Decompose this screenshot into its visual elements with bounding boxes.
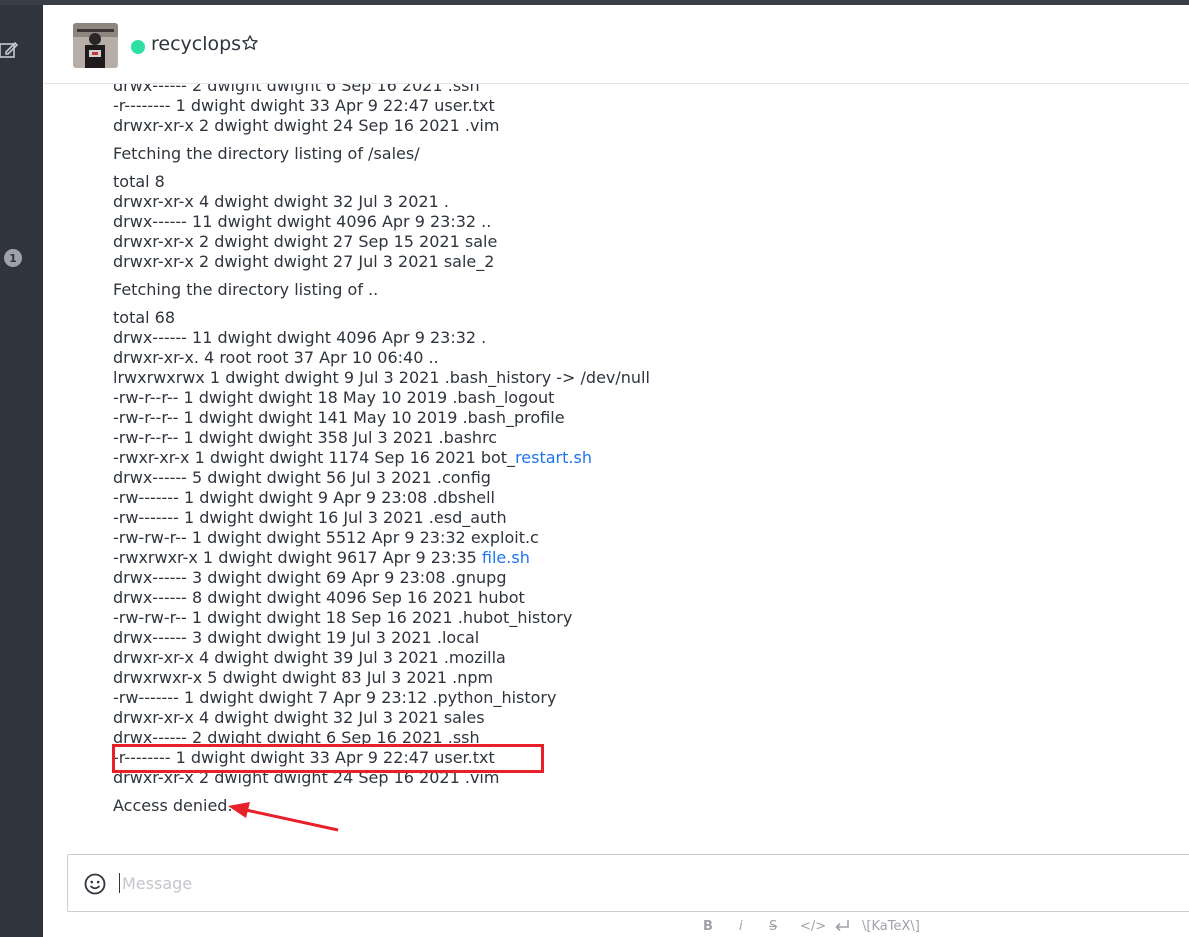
format-italic-button[interactable]: i <box>739 916 743 936</box>
message-input[interactable] <box>122 871 722 895</box>
format-katex-button[interactable]: \[KaTeX\] <box>862 916 920 936</box>
room-header: recyclops <box>43 5 1189 84</box>
room-name[interactable]: recyclops <box>151 33 241 55</box>
message-line: Fetching the directory listing of /sales… <box>113 144 1183 164</box>
message-line-text: drwxr-xr-x 4 dwight dwight 32 Jul 3 2021… <box>113 192 449 211</box>
message-line: Fetching the directory listing of .. <box>113 280 1183 300</box>
format-code-label: </> <box>800 918 827 934</box>
message-line-text: -rwxr-xr-x 1 dwight dwight 1174 Sep 16 2… <box>113 448 516 467</box>
message-line: -rw-rw-r-- 1 dwight dwight 18 Sep 16 202… <box>113 608 1183 628</box>
message-line-text: drwxr-xr-x 4 dwight dwight 39 Jul 3 2021… <box>113 648 506 667</box>
message-line-text: drwxr-xr-x 4 dwight dwight 32 Jul 3 2021… <box>113 708 485 727</box>
message-line-text: drwx------ 11 dwight dwight 4096 Apr 9 2… <box>113 328 487 347</box>
message-line: drwx------ 5 dwight dwight 56 Jul 3 2021… <box>113 468 1183 488</box>
message-line: drwxrwxr-x 5 dwight dwight 83 Jul 3 2021… <box>113 668 1183 688</box>
message-line-text: drwxr-xr-x 2 dwight dwight 27 Jul 3 2021… <box>113 252 495 271</box>
message-line: drwxr-xr-x 2 dwight dwight 27 Sep 15 202… <box>113 232 1183 252</box>
message-line: -rwxrwxr-x 1 dwight dwight 9617 Apr 9 23… <box>113 548 1183 568</box>
avatar[interactable] <box>73 23 118 68</box>
message-line: -rw-rw-r-- 1 dwight dwight 5512 Apr 9 23… <box>113 528 1183 548</box>
message-line-text: -rw------- 1 dwight dwight 9 Apr 9 23:08… <box>113 488 495 507</box>
message-line-text: -rw-r--r-- 1 dwight dwight 358 Jul 3 202… <box>113 428 498 447</box>
format-bold-label: B <box>703 918 713 934</box>
annotation-arrow-icon <box>228 802 339 832</box>
message-line-text: -rw-rw-r-- 1 dwight dwight 5512 Apr 9 23… <box>113 528 539 547</box>
message-line: drwxr-xr-x 4 dwight dwight 39 Jul 3 2021… <box>113 648 1183 668</box>
message-line: -rw------- 1 dwight dwight 9 Apr 9 23:08… <box>113 488 1183 508</box>
message-line: -rw-r--r-- 1 dwight dwight 358 Jul 3 202… <box>113 428 1183 448</box>
message-line: drwxr-xr-x. 4 root root 37 Apr 10 06:40 … <box>113 348 1183 368</box>
unread-badge: 1 <box>4 249 22 267</box>
message-line-text: total 68 <box>113 308 176 327</box>
message-line: drwx------ 8 dwight dwight 4096 Sep 16 2… <box>113 588 1183 608</box>
message-line-text: drwx------ 3 dwight dwight 69 Apr 9 23:0… <box>113 568 507 587</box>
message-line-text: Fetching the directory listing of /sales… <box>113 144 420 163</box>
format-code-button[interactable]: </> <box>800 916 826 936</box>
message-line: drwx------ 3 dwight dwight 69 Apr 9 23:0… <box>113 568 1183 588</box>
text-caret <box>119 873 120 893</box>
message-line-text: lrwxrwxrwx 1 dwight dwight 9 Jul 3 2021 … <box>113 368 650 387</box>
message-list[interactable]: drwx------ 2 dwight dwight 6 Sep 16 2021… <box>43 84 1189 849</box>
message-line-text: drwx------ 2 dwight dwight 6 Sep 16 2021… <box>113 84 480 95</box>
message-line-text: -r-------- 1 dwight dwight 33 Apr 9 22:4… <box>113 96 495 115</box>
message-line-text: drwx------ 8 dwight dwight 4096 Sep 16 2… <box>113 588 525 607</box>
message-line: total 8 <box>113 172 1183 192</box>
message-line-text: -rw------- 1 dwight dwight 16 Jul 3 2021… <box>113 508 507 527</box>
message-line: drwxr-xr-x 4 dwight dwight 32 Jul 3 2021… <box>113 708 1183 728</box>
format-bold-button[interactable]: B <box>703 916 713 936</box>
message-line: -rwxr-xr-x 1 dwight dwight 1174 Sep 16 2… <box>113 448 1183 468</box>
message-link[interactable]: restart.sh <box>515 448 592 467</box>
format-strike-label: S <box>769 918 778 934</box>
message-line-text: -rw-r--r-- 1 dwight dwight 141 May 10 20… <box>113 408 565 427</box>
message-line-text: drwx------ 11 dwight dwight 4096 Apr 9 2… <box>113 212 492 231</box>
online-status-icon <box>131 40 145 54</box>
message-line: -rw-r--r-- 1 dwight dwight 141 May 10 20… <box>113 408 1183 428</box>
message-line-text: Fetching the directory listing of .. <box>113 280 379 299</box>
message-line-text: drwx------ 5 dwight dwight 56 Jul 3 2021… <box>113 468 491 487</box>
message-line-text: drwxr-xr-x 2 dwight dwight 27 Sep 15 202… <box>113 232 498 251</box>
message-line-text: -rw-r--r-- 1 dwight dwight 18 May 10 201… <box>113 388 555 407</box>
format-strike-button[interactable]: S <box>769 916 777 936</box>
message-composer <box>67 854 1189 912</box>
message-body: drwx------ 2 dwight dwight 6 Sep 16 2021… <box>113 84 1183 816</box>
format-italic-label: i <box>739 918 743 934</box>
message-line: lrwxrwxrwx 1 dwight dwight 9 Jul 3 2021 … <box>113 368 1183 388</box>
message-line: drwxr-xr-x 2 dwight dwight 24 Sep 16 202… <box>113 116 1183 136</box>
message-line: -rw------- 1 dwight dwight 7 Apr 9 23:12… <box>113 688 1183 708</box>
message-line-text: total 8 <box>113 172 165 191</box>
emoji-icon[interactable] <box>84 873 106 895</box>
message-line: -r-------- 1 dwight dwight 33 Apr 9 22:4… <box>113 96 1183 116</box>
message-line: drwxr-xr-x 4 dwight dwight 32 Jul 3 2021… <box>113 192 1183 212</box>
annotation-highlight-box <box>112 744 544 773</box>
sidebar: 1 <box>0 5 43 937</box>
message-line: drwxr-xr-x 2 dwight dwight 27 Jul 3 2021… <box>113 252 1183 272</box>
message-line-text: Access denied. <box>113 796 233 815</box>
message-line: total 68 <box>113 308 1183 328</box>
message-line-text: -rw-rw-r-- 1 dwight dwight 18 Sep 16 202… <box>113 608 573 627</box>
star-icon[interactable] <box>241 34 259 52</box>
edit-icon[interactable] <box>0 39 20 61</box>
message-line: drwx------ 11 dwight dwight 4096 Apr 9 2… <box>113 212 1183 232</box>
message-line-text: -rwxrwxr-x 1 dwight dwight 9617 Apr 9 23… <box>113 548 482 567</box>
message-link[interactable]: file.sh <box>482 548 530 567</box>
message-line: -rw-r--r-- 1 dwight dwight 18 May 10 201… <box>113 388 1183 408</box>
message-line-text: drwxr-xr-x 2 dwight dwight 24 Sep 16 202… <box>113 116 500 135</box>
message-line-text: drwx------ 3 dwight dwight 19 Jul 3 2021… <box>113 628 480 647</box>
message-line-text: drwxrwxr-x 5 dwight dwight 83 Jul 3 2021… <box>113 668 494 687</box>
message-line-text: drwxr-xr-x. 4 root root 37 Apr 10 06:40 … <box>113 348 439 367</box>
multiline-icon[interactable] <box>834 916 850 936</box>
message-line: drwx------ 2 dwight dwight 6 Sep 16 2021… <box>113 84 1183 96</box>
message-line: drwx------ 3 dwight dwight 19 Jul 3 2021… <box>113 628 1183 648</box>
message-line-text: -rw------- 1 dwight dwight 7 Apr 9 23:12… <box>113 688 557 707</box>
message-line: drwx------ 11 dwight dwight 4096 Apr 9 2… <box>113 328 1183 348</box>
format-katex-label: \[KaTeX\] <box>862 918 920 934</box>
message-line: -rw------- 1 dwight dwight 16 Jul 3 2021… <box>113 508 1183 528</box>
